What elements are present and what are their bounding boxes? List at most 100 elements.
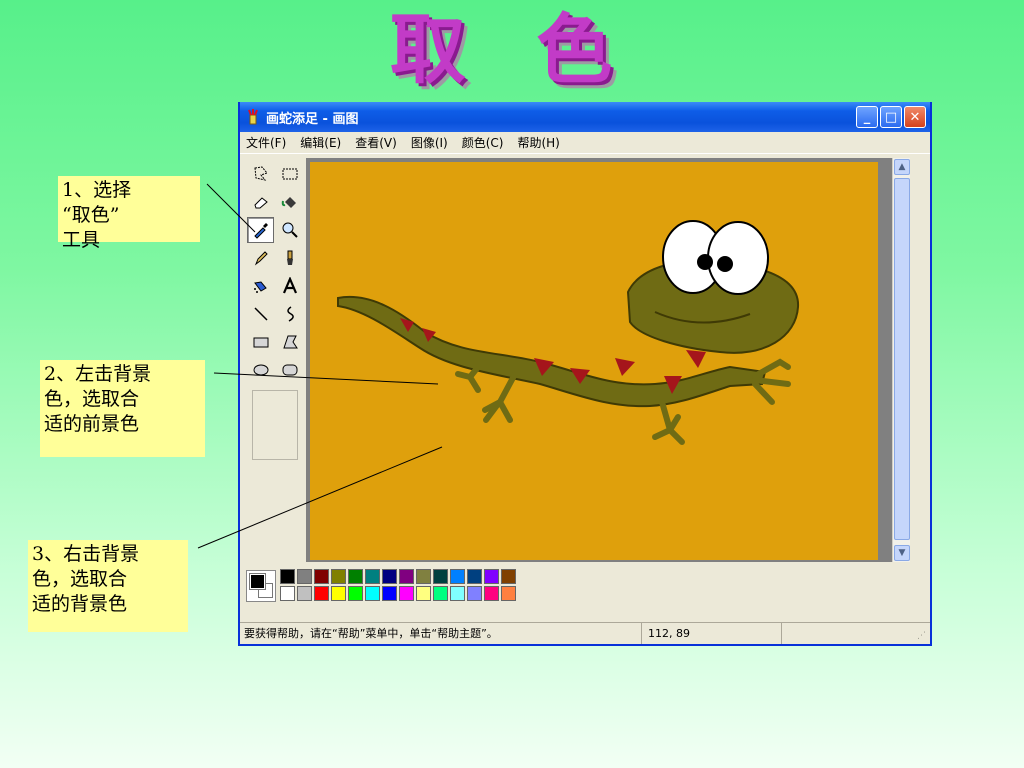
- fill-bucket-icon: [281, 197, 296, 208]
- paint-window: 画蛇添足 - 画图 _ □ ✕ 文件(F) 编辑(E) 查看(V) 图像(I) …: [238, 102, 932, 646]
- maximize-button[interactable]: □: [880, 106, 902, 128]
- palette-swatch[interactable]: [331, 569, 346, 584]
- palette-swatch[interactable]: [450, 586, 465, 601]
- menu-bar: 文件(F) 编辑(E) 查看(V) 图像(I) 颜色(C) 帮助(H): [240, 132, 930, 154]
- curve-icon: [286, 306, 294, 322]
- text-tool[interactable]: [276, 273, 303, 299]
- palette-swatch[interactable]: [501, 569, 516, 584]
- palette-swatch[interactable]: [484, 586, 499, 601]
- arrow-up-icon: ▲: [898, 162, 906, 172]
- palette-swatch[interactable]: [433, 586, 448, 601]
- swatch-grid: [280, 569, 517, 602]
- vertical-scrollbar[interactable]: ▲ ▼: [892, 158, 910, 562]
- menu-colors[interactable]: 颜色(C): [462, 134, 504, 151]
- pencil-tool[interactable]: [247, 245, 274, 271]
- scroll-down-button[interactable]: ▼: [894, 545, 910, 561]
- lizard-drawing: [337, 220, 800, 445]
- callout-step-2: 2、左击背景 色，选取合 适的前景色: [40, 360, 205, 457]
- callout-step-2-text: 2、左击背景 色，选取合 适的前景色: [44, 363, 152, 435]
- palette-swatch[interactable]: [348, 586, 363, 601]
- close-button[interactable]: ✕: [904, 106, 926, 128]
- menu-file[interactable]: 文件(F): [246, 134, 286, 151]
- palette-swatch[interactable]: [416, 586, 431, 601]
- eraser-tool[interactable]: [247, 189, 274, 215]
- tool-options-box[interactable]: [252, 390, 298, 460]
- title-bar[interactable]: 画蛇添足 - 画图 _ □ ✕: [240, 102, 930, 132]
- rectangle-tool[interactable]: [247, 329, 274, 355]
- scroll-up-button[interactable]: ▲: [894, 159, 910, 175]
- palette-swatch[interactable]: [382, 586, 397, 601]
- ellipse-icon: [253, 364, 268, 376]
- minimize-button[interactable]: _: [856, 106, 878, 128]
- close-icon: ✕: [909, 109, 921, 125]
- resize-grip-icon[interactable]: ⋰: [917, 631, 926, 641]
- color-picker-tool[interactable]: [247, 217, 274, 243]
- menu-edit[interactable]: 编辑(E): [300, 134, 341, 151]
- magnifier-icon: [282, 222, 298, 238]
- palette-swatch[interactable]: [450, 569, 465, 584]
- palette-swatch[interactable]: [331, 586, 346, 601]
- status-help-text: 要获得帮助，请在“帮助”菜单中，单击“帮助主题”。: [240, 623, 642, 644]
- drawing-canvas[interactable]: [310, 162, 878, 560]
- menu-image[interactable]: 图像(I): [411, 134, 448, 151]
- palette-swatch[interactable]: [348, 569, 363, 584]
- rounded-rectangle-icon: [282, 364, 297, 376]
- airbrush-tool[interactable]: [247, 273, 274, 299]
- free-select-tool[interactable]: [247, 161, 274, 187]
- polygon-icon: [282, 335, 298, 349]
- color-palette: [244, 566, 928, 618]
- current-colors: [246, 570, 276, 602]
- foreground-color-swatch[interactable]: [249, 573, 266, 590]
- free-select-icon: [253, 166, 268, 181]
- palette-swatch[interactable]: [365, 586, 380, 601]
- polygon-tool[interactable]: [276, 329, 303, 355]
- paint-app-icon: [248, 109, 258, 125]
- palette-swatch[interactable]: [467, 586, 482, 601]
- rounded-rectangle-tool[interactable]: [276, 357, 303, 383]
- magnifier-tool[interactable]: [276, 217, 303, 243]
- rect-select-tool[interactable]: [276, 161, 303, 187]
- minimize-icon: _: [863, 109, 871, 125]
- palette-swatch[interactable]: [297, 569, 312, 584]
- palette-swatch[interactable]: [399, 586, 414, 601]
- callout-step-1: 1、选择 “取色” 工具: [58, 176, 200, 251]
- line-icon: [253, 307, 268, 321]
- rect-select-icon: [282, 168, 297, 180]
- toolbox: [244, 158, 304, 570]
- slide-title: 取 色: [389, 5, 635, 94]
- ellipse-tool[interactable]: [247, 357, 274, 383]
- palette-swatch[interactable]: [484, 569, 499, 584]
- palette-swatch[interactable]: [382, 569, 397, 584]
- fill-tool[interactable]: [276, 189, 303, 215]
- maximize-icon: □: [884, 109, 898, 125]
- palette-swatch[interactable]: [280, 569, 295, 584]
- callout-step-3-text: 3、右击背景 色，选取合 适的背景色: [32, 543, 140, 615]
- menu-help[interactable]: 帮助(H): [517, 134, 559, 151]
- palette-swatch[interactable]: [314, 569, 329, 584]
- arrow-down-icon: ▼: [898, 548, 906, 558]
- brush-tool[interactable]: [276, 245, 303, 271]
- curve-tool[interactable]: [276, 301, 303, 327]
- palette-swatch[interactable]: [280, 586, 295, 601]
- brush-icon: [286, 250, 293, 265]
- palette-swatch[interactable]: [467, 569, 482, 584]
- text-icon: [282, 277, 297, 294]
- palette-swatch[interactable]: [365, 569, 380, 584]
- callout-step-3: 3、右击背景 色，选取合 适的背景色: [28, 540, 188, 632]
- scroll-thumb[interactable]: [894, 178, 910, 540]
- airbrush-icon: [253, 281, 267, 293]
- menu-view[interactable]: 查看(V): [355, 134, 397, 151]
- palette-swatch[interactable]: [297, 586, 312, 601]
- rectangle-icon: [253, 337, 268, 348]
- callout-step-1-text: 1、选择 “取色” 工具: [62, 179, 132, 251]
- status-bar: 要获得帮助，请在“帮助”菜单中，单击“帮助主题”。 112, 89 ⋰: [240, 622, 930, 644]
- palette-swatch[interactable]: [433, 569, 448, 584]
- palette-swatch[interactable]: [399, 569, 414, 584]
- eraser-icon: [253, 197, 268, 209]
- palette-swatch[interactable]: [416, 569, 431, 584]
- eyedropper-icon: [253, 223, 268, 239]
- window-title: 画蛇添足 - 画图: [266, 111, 359, 127]
- palette-swatch[interactable]: [314, 586, 329, 601]
- palette-swatch[interactable]: [501, 586, 516, 601]
- line-tool[interactable]: [247, 301, 274, 327]
